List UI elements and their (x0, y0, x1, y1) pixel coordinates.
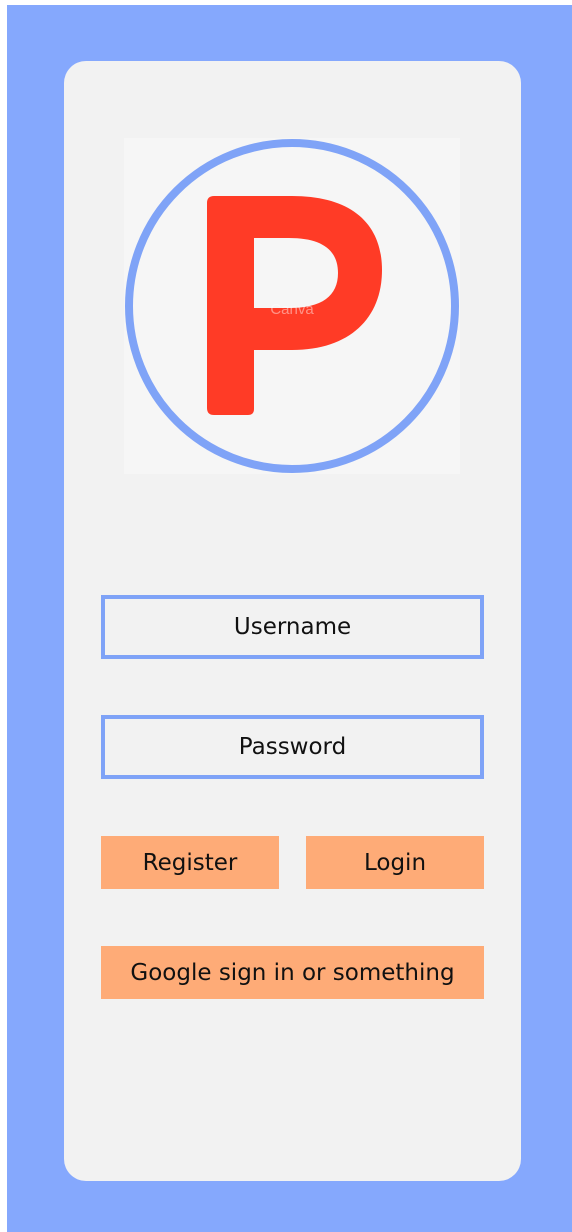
register-button-label: Register (142, 849, 238, 876)
register-button[interactable]: Register (101, 836, 279, 889)
google-sign-in-button[interactable]: Google sign in or something (101, 946, 484, 999)
password-placeholder: Password (238, 734, 347, 760)
logo-watermark: Canva (270, 301, 314, 318)
p-logo-icon: Canva (125, 139, 459, 473)
google-sign-in-label: Google sign in or something (130, 959, 455, 986)
app-logo: Canva (124, 138, 460, 474)
login-button[interactable]: Login (306, 836, 484, 889)
password-field[interactable]: Password (101, 715, 484, 779)
username-placeholder: Username (233, 614, 352, 640)
username-field[interactable]: Username (101, 595, 484, 659)
login-button-label: Login (363, 849, 427, 876)
